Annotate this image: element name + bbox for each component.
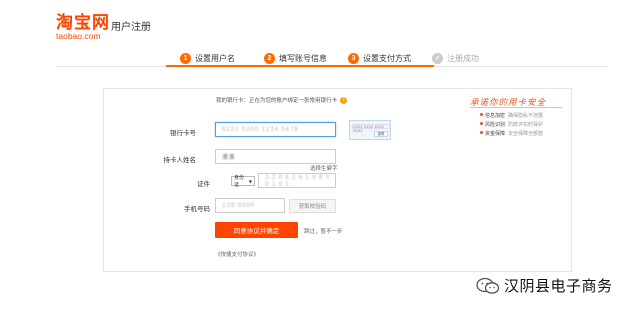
page-title: 用户注册 [111,22,151,33]
safety-item: 风险识别 防欺诈实时保护 [480,121,543,128]
step-2-label: 填写账号信息 [279,53,327,63]
step-4-check-icon: ✓ [432,52,443,64]
help-icon[interactable]: ? [340,96,348,104]
safety-item-key: 资金保障 [485,131,506,137]
safety-item-value: 确保隐私不泄露 [508,113,544,119]
cardholder-value: 淮淮 [222,154,236,161]
step-1: 1 设置用户名 [180,49,235,67]
step-1-label: 设置用户名 [195,53,235,63]
phone-value: 138 0000 [222,202,255,209]
agree-submit-button[interactable]: 同意协议并确定 [215,222,298,238]
wechat-icon [476,277,500,294]
skip-link[interactable]: 跳过，暂不一步 [304,227,343,235]
bullet-icon [480,131,483,134]
phone-input[interactable]: 138 0000 [215,198,285,213]
step-3-label: 设置支付方式 [363,53,411,63]
safety-item: 资金保障 安全保障全额赔 [480,130,543,137]
id-type-value: 身份证 [234,175,245,188]
bullet-icon [480,113,483,116]
watermark-text: 汉阴县电子商务 [504,277,613,295]
card-preview-number: XXXX XXXX XXXX XXXX [352,124,390,133]
phone-label: 手机号码 [184,205,210,213]
step-3: 3 设置支付方式 [348,49,411,67]
id-type-select[interactable]: 身份证 ▼ [231,175,255,188]
safety-item-value: 防欺诈实时保护 [508,122,544,128]
wechat-watermark: 汉阴县电子商务 [476,275,613,296]
safety-divider [470,107,562,108]
step-3-number: 3 [348,52,359,64]
get-sms-code-button[interactable]: 获取校验码 [289,199,336,213]
bind-card-tip-text: 我的银行卡：正在为您的账户绑定一张常用银行卡 [216,98,338,104]
step-4: ✓ 注册成功 [432,49,479,67]
card-preview-tag: 银联 [374,131,388,137]
rare-char-link[interactable]: 选择生僻字 [310,164,338,172]
safety-item-key: 信息加密 [485,113,506,119]
card-number-input[interactable]: 6222 0200 1234 5678 [215,122,336,137]
id-number-value: 3 2 0 8 2 6 1 9 8 5 0 1 0 1 [265,173,330,188]
safety-item-value: 安全保障全额赔 [508,131,544,137]
step-4-label: 注册成功 [447,53,479,63]
bullet-icon [480,122,483,125]
logo-main-text: 淘宝网 [56,13,110,33]
card-number-label: 银行卡号 [170,129,196,137]
cardholder-label: 持卡人姓名 [163,156,197,164]
cardholder-input[interactable]: 淮淮 [215,149,336,164]
bind-card-tip: 我的银行卡：正在为您的账户绑定一张常用银行卡 ? [216,96,348,104]
step-1-number: 1 [180,52,191,64]
card-number-value: 6222 0200 1234 5678 [222,126,299,133]
safety-item: 信息加密 确保隐私不泄露 [480,112,543,119]
card-safety-panel: 承诺你的用卡安全 信息加密 确保隐私不泄露 风险识别 防欺诈实时保护 资金保障 … [470,96,568,168]
card-preview: XXXX XXXX XXXX XXXX 银联 [349,120,391,140]
id-number-input[interactable]: 3 2 0 8 2 6 1 9 8 5 0 1 0 1 [258,173,336,188]
taobao-logo[interactable]: 淘宝网 taobao.com [56,14,110,41]
chevron-down-icon: ▼ [248,178,252,184]
agreement-link[interactable]: 《快捷支付协议》 [215,250,259,258]
safety-item-key: 风险识别 [485,122,506,128]
logo-domain-text: taobao.com [56,31,101,41]
step-2-number: 2 [264,52,275,64]
id-label: 证件 [197,180,210,188]
step-2: 2 填写账号信息 [264,49,327,67]
